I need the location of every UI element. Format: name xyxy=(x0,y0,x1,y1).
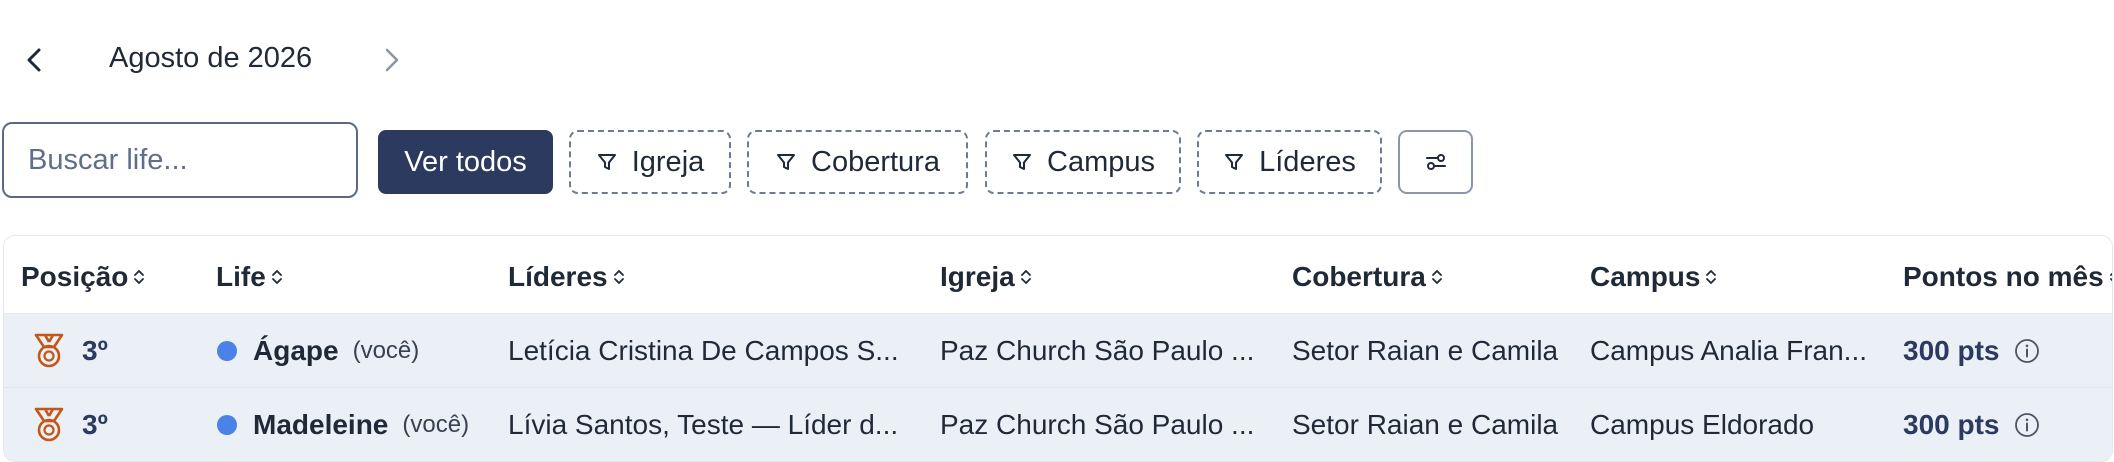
life-name: Madeleine xyxy=(253,408,389,440)
sort-icon xyxy=(613,270,624,284)
see-all-button[interactable]: Ver todos xyxy=(378,130,553,194)
filter-icon xyxy=(1013,154,1031,170)
search-input[interactable] xyxy=(2,122,358,198)
filter-cobertura-button[interactable]: Cobertura xyxy=(747,130,968,194)
filter-icon xyxy=(777,154,796,170)
you-tag: (você) xyxy=(352,336,420,364)
previous-month-button[interactable] xyxy=(14,40,54,80)
ranking-table: Posição Life Líderes Igreja Cobertura Ca… xyxy=(3,235,2113,462)
column-header-cobertura[interactable]: Cobertura xyxy=(1292,261,1443,293)
filter-icon xyxy=(1225,154,1244,170)
leaders-cell: Lívia Santos, Teste — Líder d... xyxy=(508,408,899,440)
more-filters-button[interactable] xyxy=(1398,130,1473,194)
column-header-posicao[interactable]: Posição xyxy=(21,261,145,293)
points-cell: 300 pts xyxy=(1903,388,2040,461)
sort-icon xyxy=(1706,270,1717,284)
table-row[interactable]: 3º Ágape (você) Letícia Cristina De Camp… xyxy=(4,314,2112,388)
campus-cell: Campus Eldorado xyxy=(1590,408,1815,440)
church-cell: Paz Church São Paulo ... xyxy=(940,334,1255,366)
filter-lideres-button[interactable]: Líderes xyxy=(1197,130,1382,194)
position-value: 3º xyxy=(82,408,108,440)
life-name: Ágape xyxy=(253,334,339,366)
column-header-igreja[interactable]: Igreja xyxy=(940,261,1032,293)
filter-lideres-label: Líderes xyxy=(1259,145,1356,178)
table-header: Posição Life Líderes Igreja Cobertura Ca… xyxy=(4,236,2112,314)
column-header-life[interactable]: Life xyxy=(216,261,283,293)
position-value: 3º xyxy=(82,334,108,366)
sort-icon xyxy=(1431,270,1442,284)
leaders-cell: Letícia Cristina De Campos S... xyxy=(508,334,899,366)
column-header-campus[interactable]: Campus xyxy=(1590,261,1717,293)
info-icon[interactable] xyxy=(2014,412,2040,438)
coverage-cell: Setor Raian e Camila xyxy=(1292,408,1559,440)
info-icon[interactable] xyxy=(2014,338,2040,364)
next-month-button[interactable] xyxy=(372,40,412,80)
sliders-icon xyxy=(1425,154,1446,170)
points-cell: 300 pts xyxy=(1903,314,2040,387)
sort-icon xyxy=(271,270,282,284)
coverage-cell: Setor Raian e Camila xyxy=(1292,334,1559,366)
status-dot xyxy=(217,388,237,461)
campus-cell: Campus Analia Fran... xyxy=(1590,334,1868,366)
filter-campus-label: Campus xyxy=(1047,145,1155,178)
filter-igreja-label: Igreja xyxy=(631,145,705,178)
bronze-medal-icon xyxy=(32,314,66,387)
month-navigation: Agosto de 2026 xyxy=(0,26,460,90)
table-row[interactable]: 3º Madeleine (você) Lívia Santos, Teste … xyxy=(4,388,2112,461)
chevron-left-icon xyxy=(27,48,41,72)
church-cell: Paz Church São Paulo ... xyxy=(940,408,1255,440)
sort-icon xyxy=(1020,270,1031,284)
filter-igreja-button[interactable]: Igreja xyxy=(569,130,731,194)
column-header-pontos[interactable]: Pontos no mês xyxy=(1903,261,2112,293)
sort-icon xyxy=(2109,272,2112,282)
points-value: 300 pts xyxy=(1903,334,2000,366)
sort-icon xyxy=(134,270,145,284)
bronze-medal-icon xyxy=(32,388,66,461)
status-dot xyxy=(217,314,237,387)
filter-icon xyxy=(597,154,616,170)
column-header-lideres[interactable]: Líderes xyxy=(508,261,625,293)
you-tag: (você) xyxy=(402,410,470,438)
filter-campus-button[interactable]: Campus xyxy=(985,130,1181,194)
chevron-right-icon xyxy=(385,48,399,72)
life-name-cell: Madeleine (você) xyxy=(253,388,469,461)
current-month-label: Agosto de 2026 xyxy=(109,42,313,74)
points-value: 300 pts xyxy=(1903,408,2000,440)
filter-bar: Ver todos Igreja Cobertura Campus Lídere… xyxy=(0,121,2114,201)
life-name-cell: Ágape (você) xyxy=(253,314,419,387)
filter-cobertura-label: Cobertura xyxy=(811,145,940,178)
